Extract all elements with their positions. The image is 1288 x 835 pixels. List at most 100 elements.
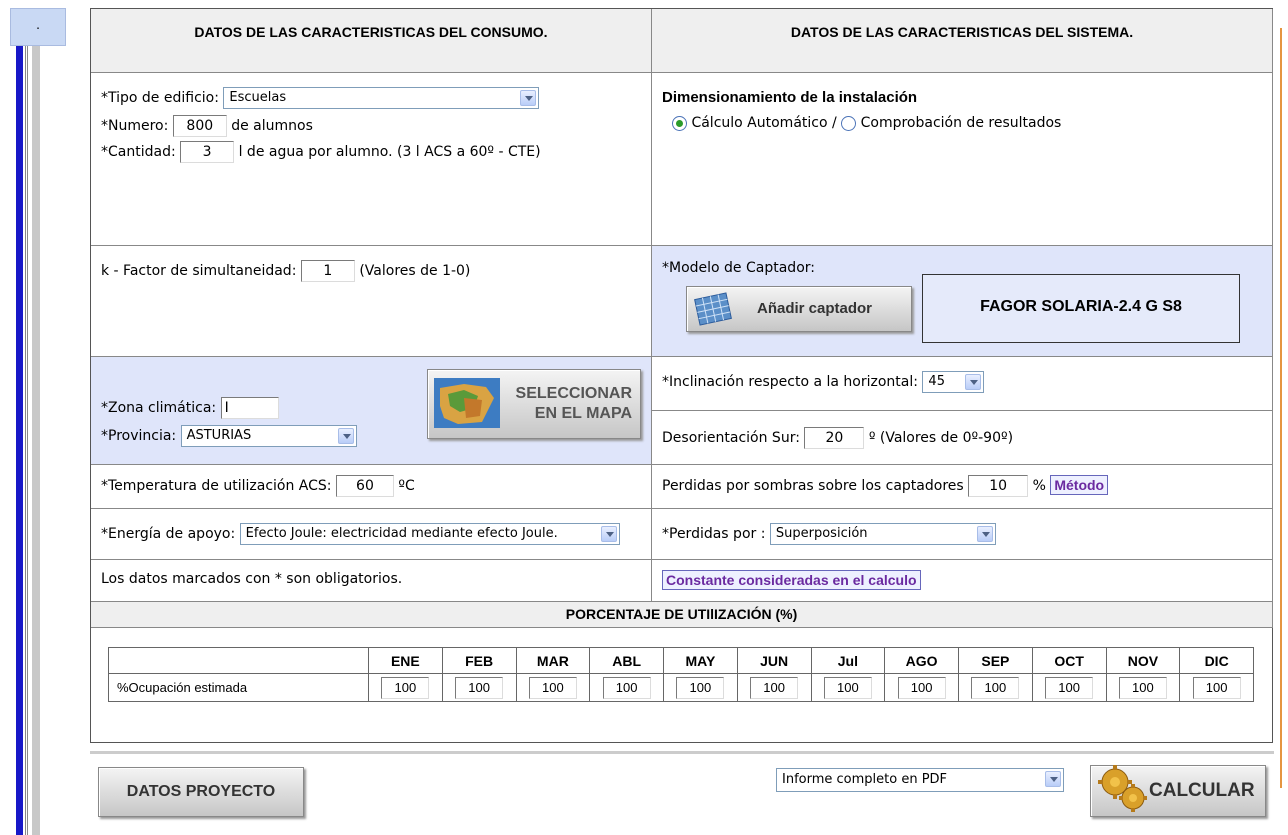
metodo-link[interactable]: Método [1050, 475, 1109, 495]
sistema-dim-section: Dimensionamiento de la instalación Cálcu… [652, 73, 1273, 246]
map-select-button[interactable]: SELECCIONAR EN EL MAPA [427, 369, 641, 439]
energia-label: *Energía de apoyo: [101, 526, 236, 542]
empty-header-cell [108, 647, 369, 674]
chevron-down-icon [600, 526, 617, 542]
left-frame: . [0, 0, 90, 835]
datos-proyecto-button[interactable]: DATOS PROYECTO [98, 767, 304, 817]
month-header: ENE [368, 647, 443, 674]
location-section: *Zona climática: I *Provincia: ASTURIAS … [91, 357, 652, 465]
divider-bar [25, 46, 28, 835]
provincia-label: *Provincia: [101, 428, 177, 444]
month-input[interactable]: 100 [381, 676, 430, 699]
provincia-select[interactable]: ASTURIAS [180, 425, 357, 447]
modelo-label: *Modelo de Captador: [662, 260, 815, 276]
incl-select-value: 45 [928, 374, 945, 389]
perdidas-select-value: Superposición [775, 526, 868, 541]
month-input[interactable]: 100 [1118, 676, 1167, 699]
perdidas-label: *Perdidas por : [662, 526, 766, 542]
temperatura-section: *Temperatura de utilización ACS: 60 ºC [91, 465, 652, 509]
month-header: SEP [958, 647, 1033, 674]
tipo-label: *Tipo de edificio: [101, 90, 219, 106]
tipo-select[interactable]: Escuelas [223, 87, 540, 109]
perdidas-section: *Perdidas por : Superposición [652, 509, 1273, 560]
month-header: OCT [1031, 647, 1107, 674]
month-input[interactable]: 100 [1192, 676, 1241, 699]
gears-icon [1093, 762, 1153, 818]
month-header: FEB [441, 647, 517, 674]
desorientacion-section: Desorientación Sur: 20 º (Valores de 0º-… [652, 411, 1273, 465]
add-captador-label: Añadir captador [757, 300, 873, 317]
tipo-select-value: Escuelas [229, 90, 287, 105]
numero-label: *Numero: [101, 118, 169, 134]
side-tab[interactable]: . [10, 8, 66, 46]
provincia-select-value: ASTURIAS [186, 428, 252, 443]
radio-auto-label: Cálculo Automático / [691, 115, 837, 131]
add-captador-button[interactable]: Añadir captador [686, 286, 912, 332]
month-input[interactable]: 100 [676, 676, 725, 699]
footer-divider [90, 751, 1274, 754]
chevron-down-icon [520, 90, 537, 106]
k-hint: (Valores de 1-0) [359, 263, 471, 279]
obligatorios-note: Los datos marcados con * son obligatorio… [101, 571, 403, 587]
month-input[interactable]: 100 [750, 676, 799, 699]
note-section: Los datos marcados con * son obligatorio… [91, 560, 652, 602]
month-header: Jul [810, 647, 886, 674]
perdidas-select[interactable]: Superposición [769, 523, 996, 545]
incl-label: *Inclinación respecto a la horizontal: [662, 374, 918, 390]
month-header: MAR [515, 647, 591, 674]
cantidad-unit: l de agua por alumno. (3 l ACS a 60º - C… [238, 144, 541, 160]
month-input[interactable]: 100 [602, 676, 651, 699]
main-form: DATOS DE LAS CARACTERISTICAS DEL CONSUMO… [90, 8, 1273, 743]
month-input[interactable]: 100 [897, 676, 946, 699]
desor-input[interactable]: 20 [804, 427, 865, 449]
chevron-down-icon [1045, 771, 1061, 787]
informe-select[interactable]: Informe completo en PDF [776, 768, 1064, 792]
modelo-section: *Modelo de Captador: Añadir captador FAG… [652, 246, 1273, 357]
sombras-unit: % [1032, 478, 1046, 494]
month-header: DIC [1179, 647, 1254, 674]
temp-input[interactable]: 60 [335, 475, 394, 497]
k-factor-section: k - Factor de simultaneidad: 1 (Valores … [91, 246, 652, 357]
radio-check[interactable] [841, 115, 857, 131]
map-button-line2: EN EL MAPA [534, 405, 632, 422]
modelo-value: FAGOR SOLARIA-2.4 G S8 [922, 274, 1240, 343]
month-header: AGO [884, 647, 959, 674]
month-header: JUN [736, 647, 812, 674]
k-label: k - Factor de simultaneidad: [101, 263, 297, 279]
month-input[interactable]: 100 [455, 676, 504, 699]
month-input[interactable]: 100 [528, 676, 577, 699]
informe-select-value: Informe completo en PDF [782, 772, 948, 787]
temp-label: *Temperatura de utilización ACS: [101, 478, 332, 494]
month-input[interactable]: 100 [1045, 676, 1094, 699]
k-input[interactable]: 1 [300, 260, 355, 282]
inclinacion-section: *Inclinación respecto a la horizontal: 4… [652, 357, 1273, 411]
numero-unit: de alumnos [231, 118, 313, 134]
sombras-label: Perdidas por sombras sobre los captadore… [662, 478, 964, 494]
ocupacion-table: ENE FEB MAR ABL MAY JUN Jul AGO SEP OCT … [108, 647, 1254, 702]
month-input[interactable]: 100 [971, 676, 1020, 699]
sombras-input[interactable]: 10 [968, 475, 1029, 497]
right-accent-line [1280, 28, 1282, 788]
incl-select[interactable]: 45 [922, 371, 985, 393]
consumo-building-section: *Tipo de edificio: Escuelas *Numero: 800… [91, 73, 652, 246]
month-input[interactable]: 100 [823, 676, 872, 699]
numero-input[interactable]: 800 [172, 115, 227, 137]
calcular-button[interactable]: CALCULAR [1090, 765, 1266, 817]
sombras-section: Perdidas por sombras sobre los captadore… [652, 465, 1273, 509]
months-header-row: ENE FEB MAR ABL MAY JUN Jul AGO SEP OCT … [108, 647, 1254, 674]
chevron-down-icon [337, 428, 354, 444]
constantes-section: Constante consideradas en el calculo [652, 560, 1273, 602]
solar-panel-icon [693, 291, 733, 327]
map-button-line1: SELECCIONAR [515, 385, 632, 402]
temp-unit: ºC [398, 478, 415, 494]
energia-select[interactable]: Efecto Joule: electricidad mediante efec… [239, 523, 620, 545]
chevron-down-icon [965, 374, 982, 390]
radio-check-label: Comprobación de resultados [860, 115, 1062, 131]
month-header: NOV [1105, 647, 1181, 674]
energia-section: *Energía de apoyo: Efecto Joule: electri… [91, 509, 652, 560]
radio-auto[interactable] [672, 115, 687, 131]
cantidad-input[interactable]: 3 [180, 141, 235, 163]
porcentaje-header: PORCENTAJE DE UTIlIZACIÓN (%) [91, 602, 1273, 628]
zona-input[interactable]: I [220, 397, 279, 419]
constantes-link[interactable]: Constante consideradas en el calculo [662, 570, 921, 590]
